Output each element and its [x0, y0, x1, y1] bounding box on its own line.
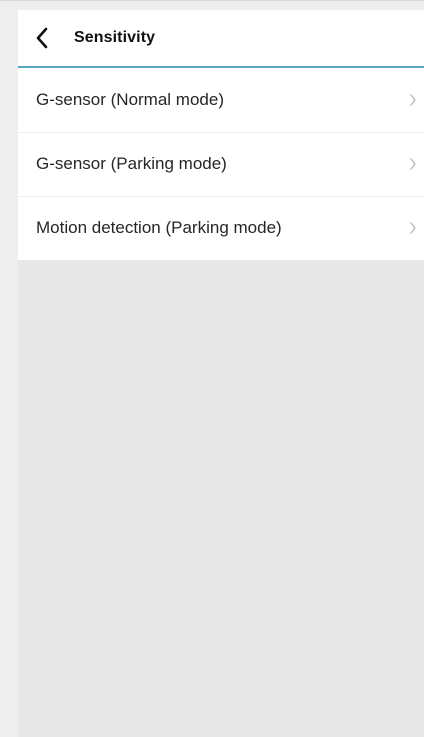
- chevron-left-icon: [36, 27, 48, 49]
- list-item-label: Motion detection (Parking mode): [36, 218, 282, 237]
- list-item-label: G-sensor (Normal mode): [36, 90, 224, 109]
- top-edge: [0, 1, 424, 10]
- chevron-right-icon: [408, 93, 418, 107]
- page-title: Sensitivity: [74, 29, 156, 46]
- settings-list: G-sensor (Normal mode) G-sensor (Parking…: [18, 68, 424, 260]
- chevron-right-icon: [408, 157, 418, 171]
- header-bar: Sensitivity: [18, 10, 424, 68]
- list-item-motion-detection-parking-mode[interactable]: Motion detection (Parking mode): [18, 196, 424, 260]
- list-item-g-sensor-normal-mode[interactable]: G-sensor (Normal mode): [18, 68, 424, 132]
- list-item-label: G-sensor (Parking mode): [36, 154, 227, 173]
- app-screen: Sensitivity G-sensor (Normal mode) G-sen…: [0, 0, 424, 737]
- chevron-right-icon: [408, 221, 418, 235]
- left-edge: [0, 10, 18, 737]
- back-button[interactable]: [22, 18, 62, 58]
- list-item-g-sensor-parking-mode[interactable]: G-sensor (Parking mode): [18, 132, 424, 196]
